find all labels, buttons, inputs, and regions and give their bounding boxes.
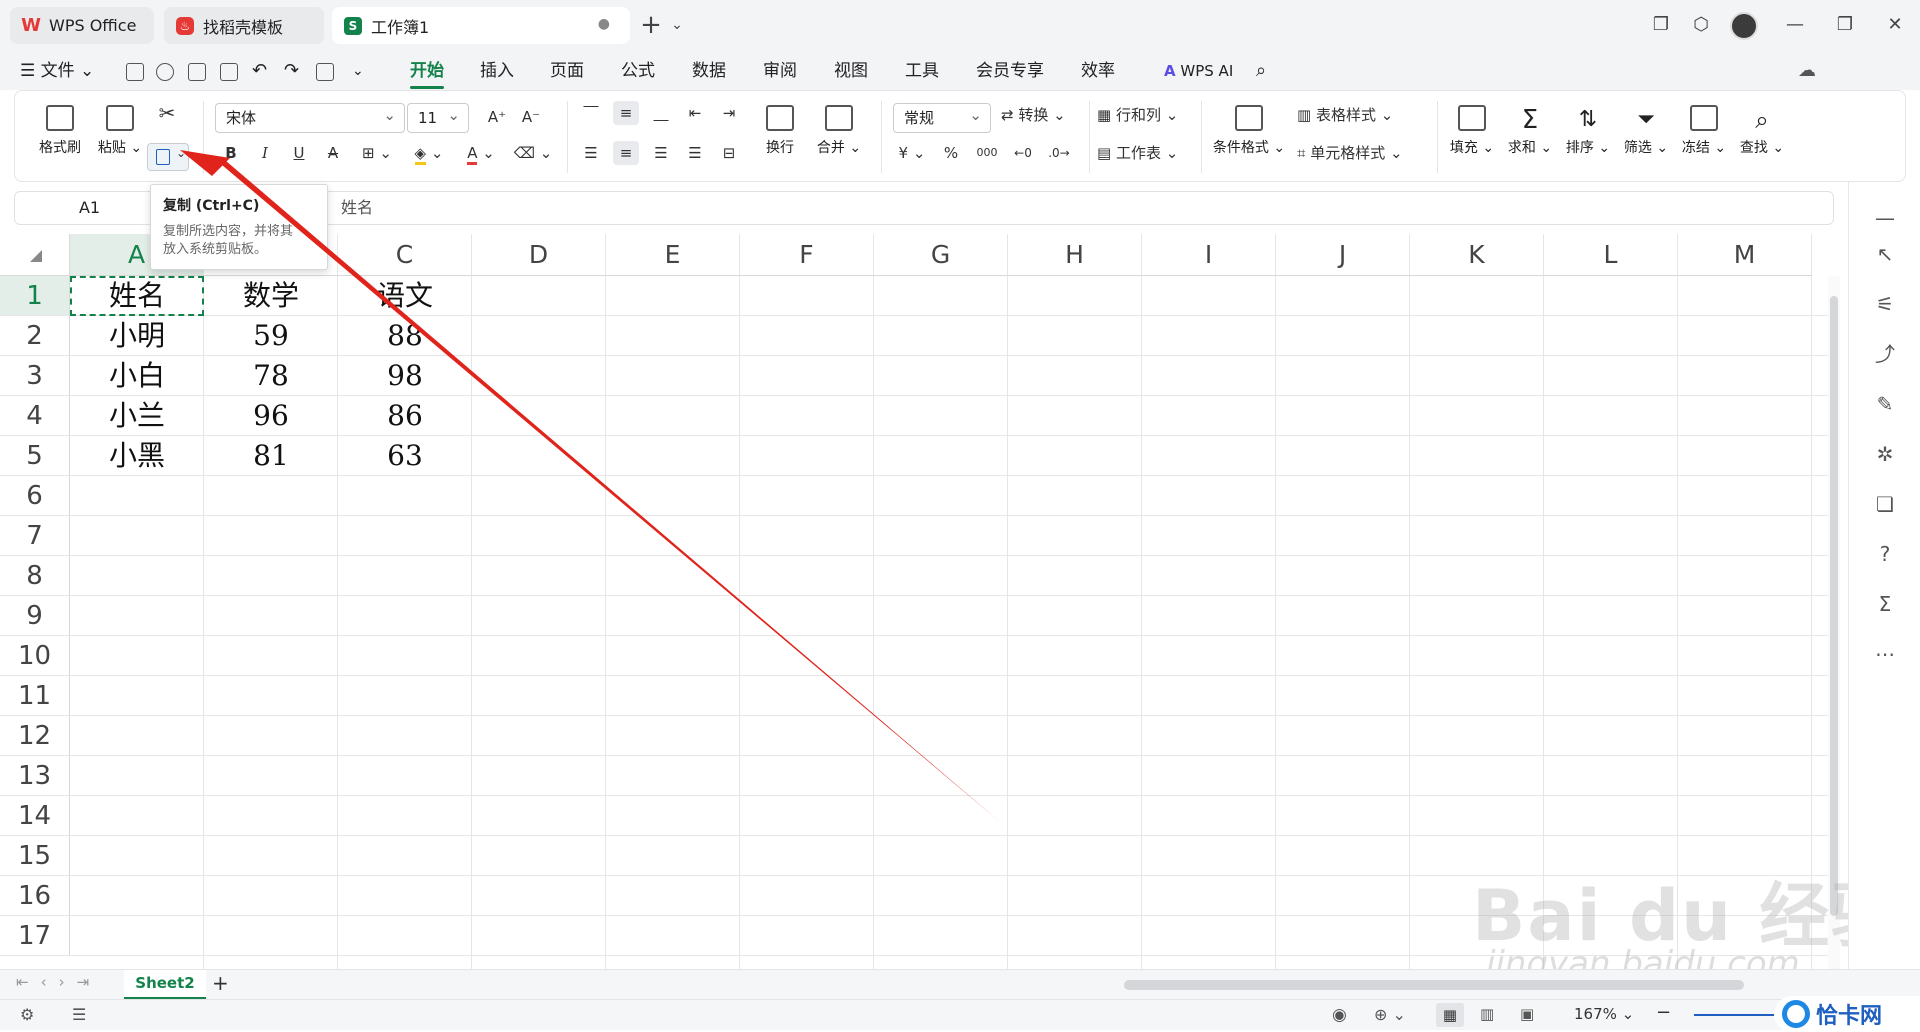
more-icon[interactable]: ⋯ [1873, 642, 1897, 666]
chart-edit-icon[interactable]: ✎ [1873, 392, 1897, 416]
page-layout-view-icon[interactable]: ▥ [1480, 1005, 1494, 1023]
page-break-view-icon[interactable]: ▣ [1520, 1005, 1534, 1023]
tools-icon[interactable]: ✲ [1873, 442, 1897, 466]
normal-view-icon[interactable]: ▦ [1436, 1003, 1464, 1027]
arrow-head [180, 150, 230, 176]
arrow-shaft [222, 161, 1000, 822]
zoom-fit-icon[interactable]: ⊕ ⌄ [1374, 1005, 1406, 1024]
formula-sigma-icon[interactable]: Σ [1873, 592, 1897, 616]
zoom-slider[interactable] [1694, 1014, 1784, 1016]
qiaqa-logo-icon [1782, 1000, 1810, 1028]
book-icon[interactable]: ❏ [1873, 492, 1897, 516]
zoom-level-label: 167% [1574, 1005, 1617, 1023]
sheet-tab-sheet2[interactable]: Sheet2 [124, 970, 206, 999]
zoom-level-select[interactable]: 167% ⌄ [1574, 1005, 1634, 1023]
zoom-out-icon[interactable]: − [1656, 1002, 1671, 1023]
qiaqa-watermark: 恰卡网 [1774, 996, 1920, 1032]
eye-protection-icon[interactable]: ◉ [1332, 1005, 1347, 1025]
add-sheet-plus-icon[interactable]: + [212, 971, 229, 995]
sheet-tab-bar: ⇤‹›⇥ Sheet2 + [0, 969, 1920, 999]
sheet-list-icon[interactable]: ☰ [72, 1005, 86, 1024]
horizontal-scrollbar[interactable] [1124, 980, 1744, 990]
sheet-nav-arrows-icon[interactable]: ⇤‹›⇥ [16, 973, 101, 991]
help-icon[interactable]: ? [1873, 542, 1897, 566]
collapse-icon[interactable]: — [1873, 206, 1897, 230]
settings-sliders-icon[interactable]: ⚟ [1873, 292, 1897, 316]
status-bar: ⚙ ☰ ◉ ⊕ ⌄ ▦ ▥ ▣ 167% ⌄ − 恰卡网 [0, 996, 1920, 1032]
qiaqa-name: 恰卡网 [1816, 1004, 1883, 1029]
select-pointer-icon[interactable]: ↖ [1873, 242, 1897, 266]
macro-icon[interactable]: ⚙ [20, 1005, 34, 1024]
transfer-icon[interactable]: ⤴ [1873, 342, 1897, 366]
right-side-panel: — ↖ ⚟ ⤴ ✎ ✲ ❏ ? Σ ⋯ [1848, 182, 1920, 969]
